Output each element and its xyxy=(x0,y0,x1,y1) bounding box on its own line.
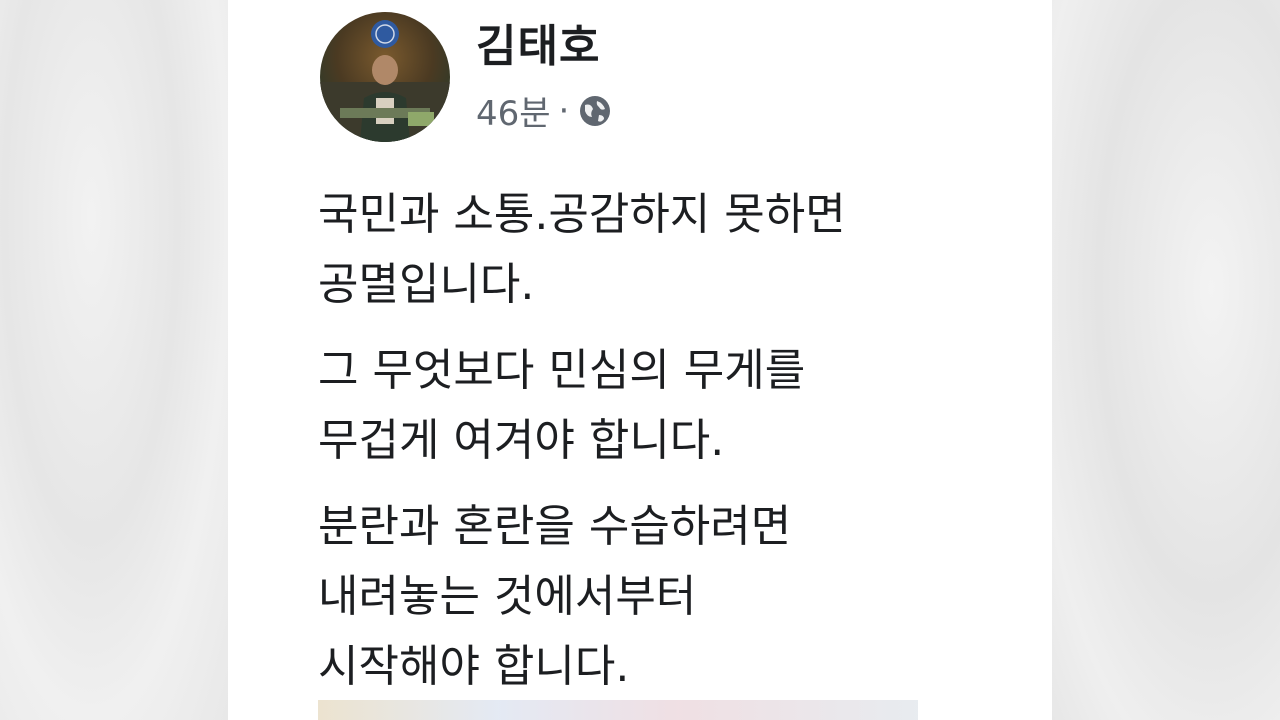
author-avatar[interactable] xyxy=(320,12,450,142)
post-text-line: 그 무엇보다 민심의 무게를 xyxy=(318,345,806,396)
post-text-line: 내려놓는 것에서부터 xyxy=(318,571,697,622)
post-paragraph: 분란과 혼란을 수습하려면 내려놓는 것에서부터 시작해야 합니다. xyxy=(318,492,1018,702)
post-text-line: 공멸입니다. xyxy=(318,259,535,310)
globe-icon xyxy=(577,93,613,129)
blurred-background-right xyxy=(1052,0,1280,720)
author-name[interactable]: 김태호 xyxy=(476,10,600,74)
cut-off-text-fragment xyxy=(318,700,918,720)
post-text-line: 국민과 소통.공감하지 못하면 xyxy=(318,189,846,240)
meta-separator: · xyxy=(558,90,570,131)
post-text-line: 시작해야 합니다. xyxy=(318,641,630,692)
post-body: 국민과 소통.공감하지 못하면 공멸입니다. 그 무엇보다 민심의 무게를 무겁… xyxy=(318,180,1018,718)
post-paragraph: 그 무엇보다 민심의 무게를 무겁게 여겨야 합니다. xyxy=(318,336,1018,476)
post-paragraph: 국민과 소통.공감하지 못하면 공멸입니다. xyxy=(318,180,1018,320)
blurred-background-left xyxy=(0,0,228,720)
facebook-post-card: 김태호 46분 · 국민과 소통.공감하지 못하면 공멸입니다. 그 무엇보다 … xyxy=(228,0,1052,720)
screen: 김태호 46분 · 국민과 소통.공감하지 못하면 공멸입니다. 그 무엇보다 … xyxy=(0,0,1280,720)
post-text-line: 무겁게 여겨야 합니다. xyxy=(318,415,725,466)
post-text-line: 분란과 혼란을 수습하려면 xyxy=(318,501,792,552)
profile-photo xyxy=(320,20,450,142)
post-meta: 46분 · xyxy=(476,86,613,135)
post-timestamp[interactable]: 46분 xyxy=(476,86,551,135)
